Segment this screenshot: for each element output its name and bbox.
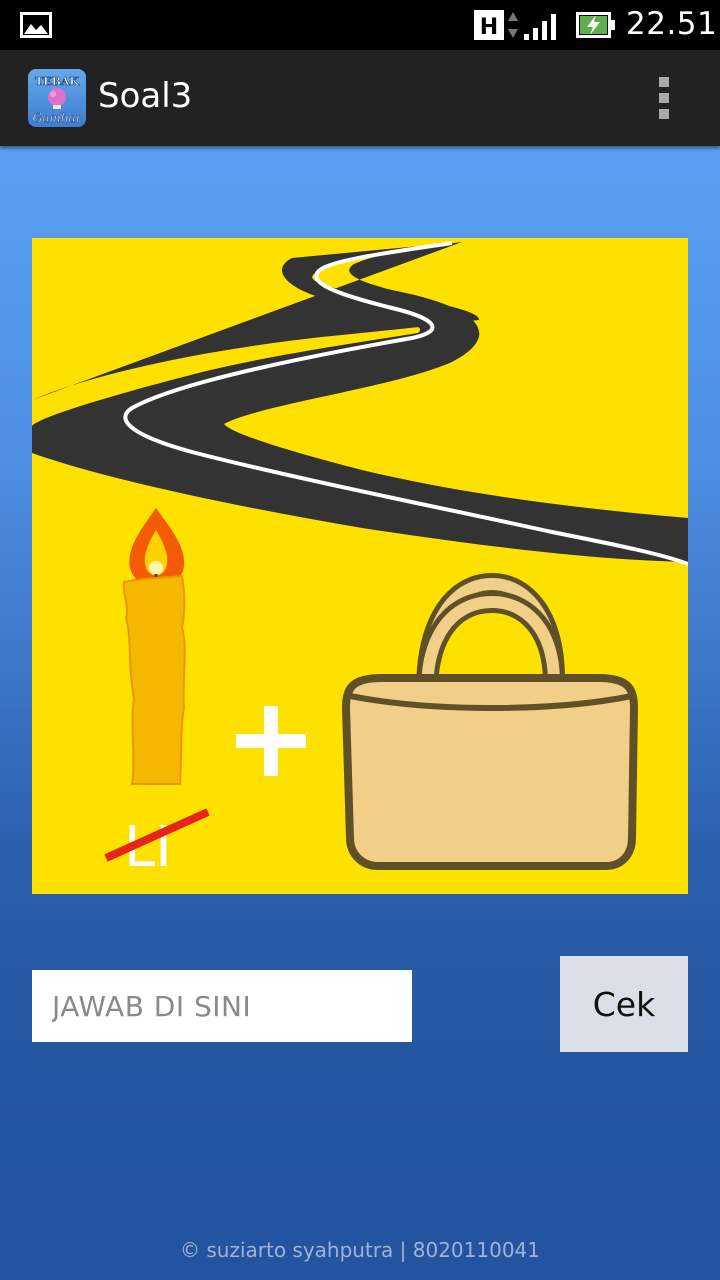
status-bar: H 22.51 [0, 0, 720, 50]
gallery-icon [20, 12, 52, 38]
action-bar: TEBAK Gambar Soal3 [0, 50, 720, 146]
page-title: Soal3 [98, 76, 193, 116]
screen: H 22.51 TEBAK Gambar Soal3 LI JAWAB DI S… [0, 0, 720, 1280]
plus-sign [236, 706, 306, 776]
data-arrows-icon [508, 12, 518, 38]
status-clock: 22.51 [626, 6, 718, 42]
candle-image [122, 508, 186, 785]
puzzle-image: LI [32, 238, 688, 894]
footer-credit: © suziarto syahputra | 8020110041 [180, 1238, 540, 1262]
battery-charging-icon [576, 12, 615, 38]
content-area: LI Cek © s [0, 146, 720, 1280]
svg-text:Gambar: Gambar [33, 111, 83, 125]
overflow-menu-icon[interactable] [646, 74, 682, 122]
check-button[interactable]: Cek [560, 956, 688, 1052]
road-image [32, 241, 688, 566]
tebak-gambar-icon[interactable]: TEBAK Gambar [28, 69, 86, 127]
removed-letters: LI [104, 808, 210, 880]
answer-input[interactable] [32, 970, 412, 1042]
bag-image [341, 572, 639, 870]
signal-icon [524, 14, 556, 40]
h-network-icon: H [474, 10, 504, 40]
svg-text:H: H [480, 15, 498, 40]
svg-text:TEBAK: TEBAK [35, 75, 79, 88]
